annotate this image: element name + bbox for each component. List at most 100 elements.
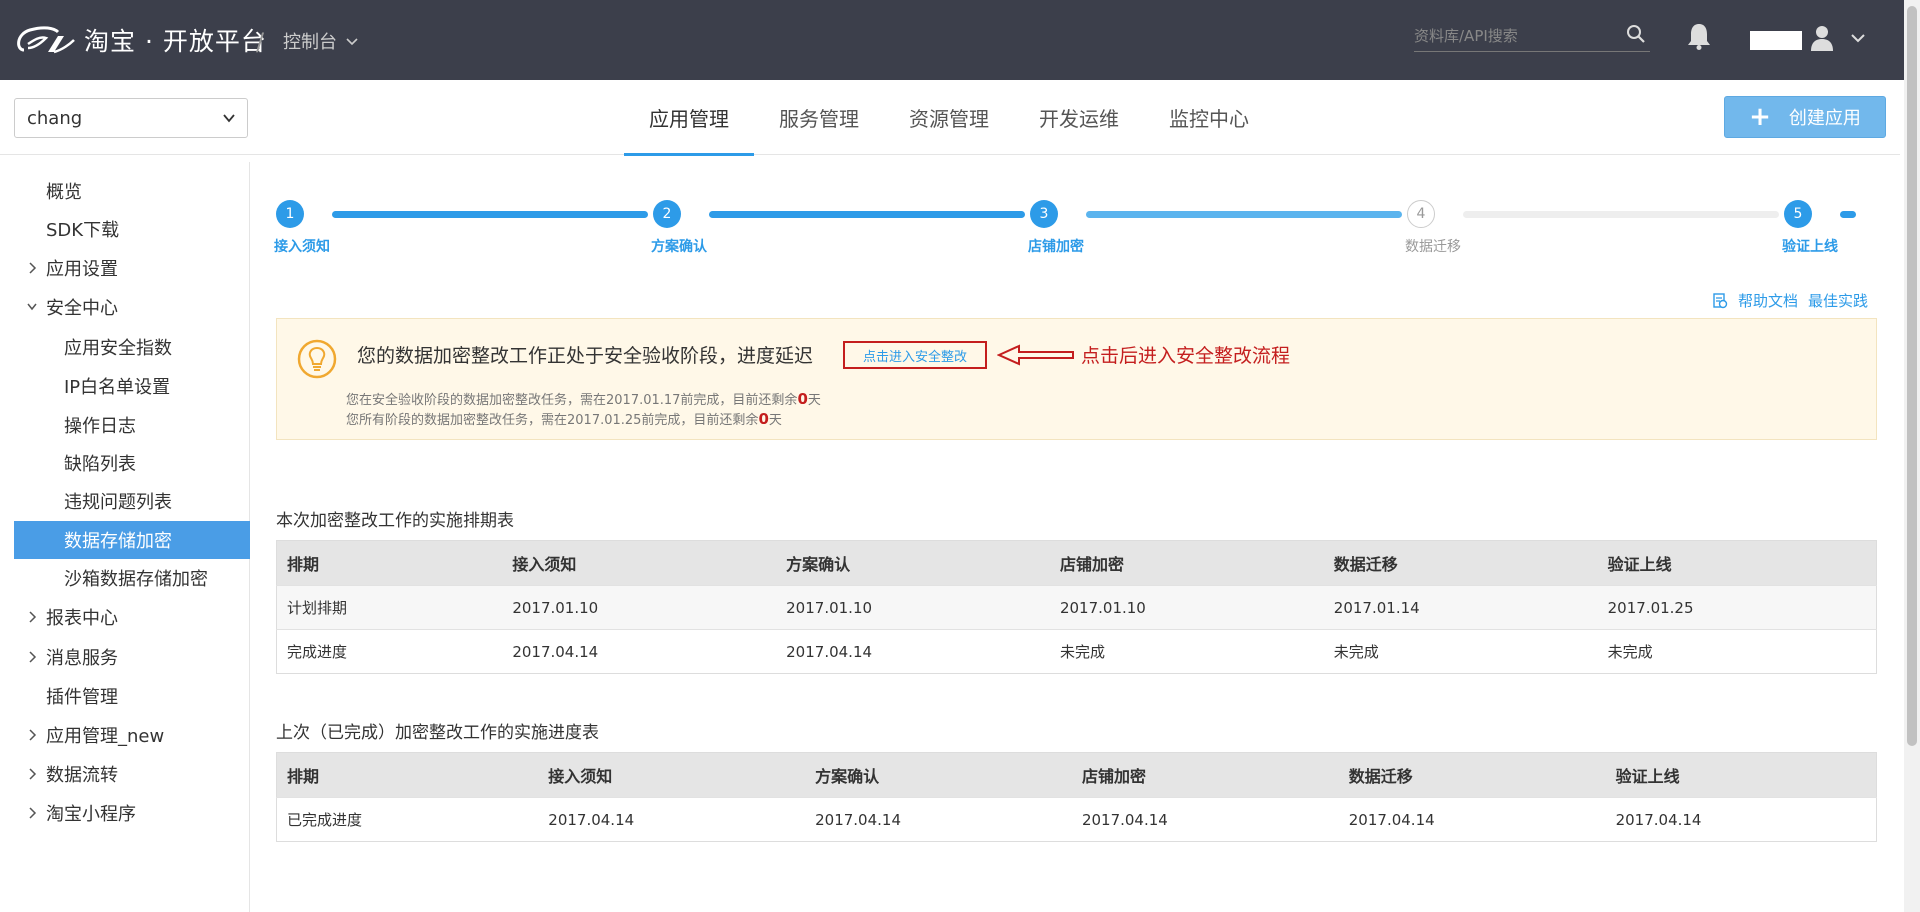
- step-number: 4: [1407, 200, 1435, 228]
- table-cell: 2017.04.14: [538, 797, 806, 842]
- user-name-box[interactable]: [1750, 31, 1802, 50]
- table-cell: 未完成: [1323, 629, 1598, 674]
- sidebar-item-label: 违规问题列表: [64, 492, 172, 513]
- table-header-row: 排期 接入须知 方案确认 店铺加密 数据迁移 验证上线: [276, 752, 1877, 798]
- step-label: 方案确认: [651, 239, 707, 255]
- user-avatar-icon[interactable]: [1810, 25, 1834, 51]
- nav-service-management[interactable]: 服务管理: [754, 80, 884, 155]
- sidebar: 概览 SDK下载应用设置安全中心应用安全指数 IP白名单设置 操作日志 缺陷列表违规问题…: [0, 162, 250, 912]
- column-header: 排期: [276, 752, 539, 798]
- sidebar-item[interactable]: 概览: [14, 172, 250, 210]
- alert-deadline-line-2: 您所有阶段的数据加密整改任务，需在2017.01.25前完成，目前还剩余0天: [346, 409, 782, 428]
- sidebar-item-label: 淘宝小程序: [46, 804, 136, 825]
- search-icon[interactable]: [1626, 24, 1646, 44]
- progress-table: 排期 接入须知 方案确认 店铺加密 数据迁移 验证上线 已完成进度 2017.04.14 201…: [276, 752, 1877, 842]
- sidebar-item-label: 概览: [46, 182, 82, 203]
- sidebar-item[interactable]: 数据流转: [14, 755, 250, 793]
- nav-label: 服务管理: [779, 107, 859, 131]
- sidebar-item[interactable]: 违规问题列表: [14, 482, 250, 520]
- document-icon: [1713, 292, 1728, 308]
- sidebar-item[interactable]: 应用管理_new: [14, 716, 250, 754]
- sidebar-item[interactable]: 缺陷列表: [14, 444, 250, 482]
- column-header: 验证上线: [1597, 540, 1877, 586]
- search-box: [1414, 22, 1650, 52]
- table-cell: 2017.04.14: [776, 629, 1050, 674]
- table-cell: 2017.01.14: [1323, 585, 1598, 630]
- step-label: 验证上线: [1782, 239, 1838, 255]
- table-row: 完成进度 2017.04.14 2017.04.14 未完成 未完成 未完成: [276, 629, 1877, 674]
- sub-navigation-bar: chang 应用管理 服务管理 资源管理 开发运维 监控中心 + 创建应用: [0, 80, 1900, 156]
- table-cell: 2017.04.14: [1605, 797, 1877, 842]
- days-unit: 天: [768, 413, 782, 428]
- brand-text: 淘宝 · 开放平台: [84, 27, 267, 56]
- step-connector: [1086, 211, 1402, 218]
- sidebar-item[interactable]: 淘宝小程序: [14, 794, 250, 832]
- step-number: 5: [1784, 200, 1812, 228]
- days-remaining: 0: [758, 410, 769, 428]
- help-doc-link[interactable]: 帮助文档: [1738, 290, 1798, 311]
- plus-icon: +: [1749, 102, 1771, 132]
- column-header: 方案确认: [776, 540, 1050, 586]
- sidebar-item[interactable]: 应用设置: [14, 249, 250, 287]
- sidebar-item-label: 应用安全指数: [64, 338, 172, 359]
- nav-monitor-center[interactable]: 监控中心: [1144, 80, 1274, 155]
- sidebar-item[interactable]: 操作日志: [14, 406, 250, 444]
- table-cell: 2017.01.10: [1049, 585, 1324, 630]
- breadcrumb-separator: /: [256, 28, 265, 56]
- scrollbar-thumb[interactable]: [1907, 6, 1917, 746]
- sidebar-item-label: 应用管理_new: [46, 726, 165, 747]
- page-scrollbar[interactable]: [1904, 0, 1920, 912]
- schedule-table: 排期 接入须知 方案确认 店铺加密 数据迁移 验证上线 计划排期 2017.01.10 2017…: [276, 540, 1877, 674]
- enter-security-fix-link[interactable]: 点击进入安全整改: [843, 341, 987, 369]
- chevron-right-icon: [29, 807, 37, 819]
- sidebar-item[interactable]: 应用安全指数: [14, 328, 250, 366]
- annotation-note: 点击后进入安全整改流程: [1081, 345, 1291, 367]
- nav-dev-ops[interactable]: 开发运维: [1014, 80, 1144, 155]
- sidebar-item[interactable]: 报表中心: [14, 598, 250, 636]
- sidebar-item[interactable]: 沙箱数据存储加密: [14, 559, 250, 597]
- table-cell: 完成进度: [276, 629, 503, 674]
- security-alert: 您的数据加密整改工作正处于安全验收阶段，进度延迟 点击进入安全整改 点击后进入安…: [276, 318, 1877, 440]
- nav-app-management[interactable]: 应用管理: [624, 80, 754, 156]
- nav-resource-management[interactable]: 资源管理: [884, 80, 1014, 155]
- sidebar-item-label: SDK下载: [46, 220, 120, 241]
- sidebar-item[interactable]: 消息服务: [14, 638, 250, 676]
- step-connector: [332, 211, 648, 218]
- console-menu[interactable]: 控制台: [283, 28, 359, 54]
- sidebar-item-label: 沙箱数据存储加密: [64, 569, 208, 590]
- sidebar-item-label: 应用设置: [46, 259, 118, 280]
- column-header: 接入须知: [502, 540, 777, 586]
- nav-label: 监控中心: [1169, 107, 1249, 131]
- app-select-value: chang: [27, 107, 83, 129]
- table-cell: 2017.04.14: [1071, 797, 1339, 842]
- table-cell: 未完成: [1049, 629, 1324, 674]
- create-app-button[interactable]: + 创建应用: [1724, 96, 1886, 138]
- taobao-open-platform-logo[interactable]: 淘宝 · 开放平台: [14, 22, 267, 58]
- table-cell: 计划排期: [276, 585, 503, 630]
- chevron-down-icon[interactable]: [1850, 32, 1866, 44]
- best-practice-link[interactable]: 最佳实践: [1808, 290, 1868, 311]
- table-cell: 2017.04.14: [1338, 797, 1606, 842]
- sidebar-item-label: 插件管理: [46, 687, 118, 708]
- table-cell: 2017.04.14: [805, 797, 1072, 842]
- search-input[interactable]: [1414, 22, 1614, 50]
- bell-icon[interactable]: [1686, 22, 1712, 50]
- chevron-right-icon: [29, 768, 37, 780]
- sidebar-item[interactable]: SDK下载: [14, 210, 250, 248]
- chevron-right-icon: [29, 651, 37, 663]
- sidebar-item[interactable]: 插件管理: [14, 677, 250, 715]
- doc-links: 帮助文档 最佳实践: [1712, 290, 1868, 311]
- nav-label: 应用管理: [649, 107, 729, 131]
- app-select[interactable]: chang: [14, 98, 248, 138]
- step-label: 接入须知: [274, 239, 330, 255]
- column-header: 排期: [276, 540, 503, 586]
- sidebar-item[interactable]: IP白名单设置: [14, 367, 250, 405]
- sidebar-item[interactable]: 安全中心: [14, 288, 250, 326]
- column-header: 店铺加密: [1049, 540, 1324, 586]
- step-number: 2: [653, 200, 681, 228]
- sidebar-item-label: 数据流转: [46, 765, 118, 786]
- sidebar-item[interactable]: 数据存储加密: [14, 521, 250, 559]
- table-cell: 已完成进度: [276, 797, 539, 842]
- sidebar-item-label: 数据存储加密: [64, 531, 172, 552]
- step-label: 数据迁移: [1405, 239, 1461, 255]
